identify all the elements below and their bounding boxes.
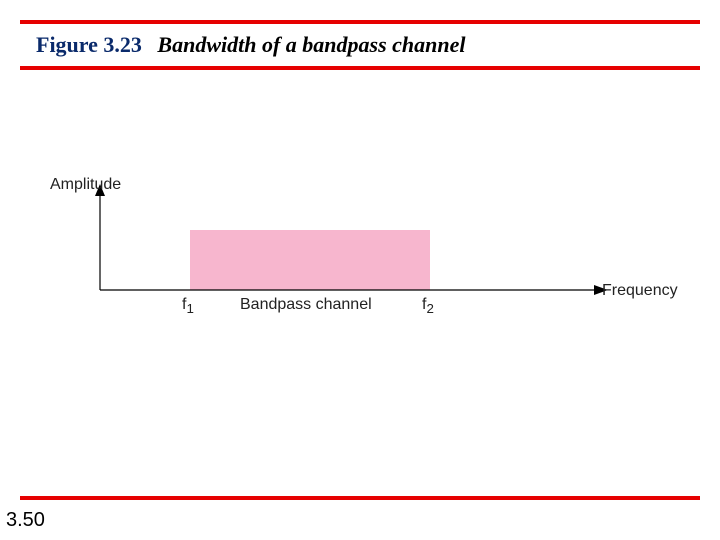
- figure-title: Figure 3.23 Bandwidth of a bandpass chan…: [36, 30, 700, 60]
- f1-subscript: 1: [186, 301, 193, 316]
- diagram-svg: [60, 180, 660, 340]
- figure-caption: Bandwidth of a bandpass channel: [157, 32, 465, 57]
- band-label: Bandpass channel: [240, 296, 372, 314]
- bandpass-region: [190, 230, 430, 290]
- figure-label: Figure 3.23: [36, 32, 142, 57]
- bottom-rule: [20, 496, 700, 500]
- slide: Figure 3.23 Bandwidth of a bandpass chan…: [0, 0, 720, 540]
- top-rule: [20, 20, 700, 24]
- page-number: 3.50: [6, 509, 45, 532]
- title-underline-rule: [20, 66, 700, 70]
- x-axis-label: Frequency: [602, 282, 678, 300]
- bandpass-diagram: Amplitude Frequency f1 f2 Bandpass chann…: [60, 180, 660, 360]
- f2-label: f2: [422, 296, 434, 316]
- f2-subscript: 2: [426, 301, 433, 316]
- f1-label: f1: [182, 296, 194, 316]
- y-axis-label: Amplitude: [50, 176, 121, 194]
